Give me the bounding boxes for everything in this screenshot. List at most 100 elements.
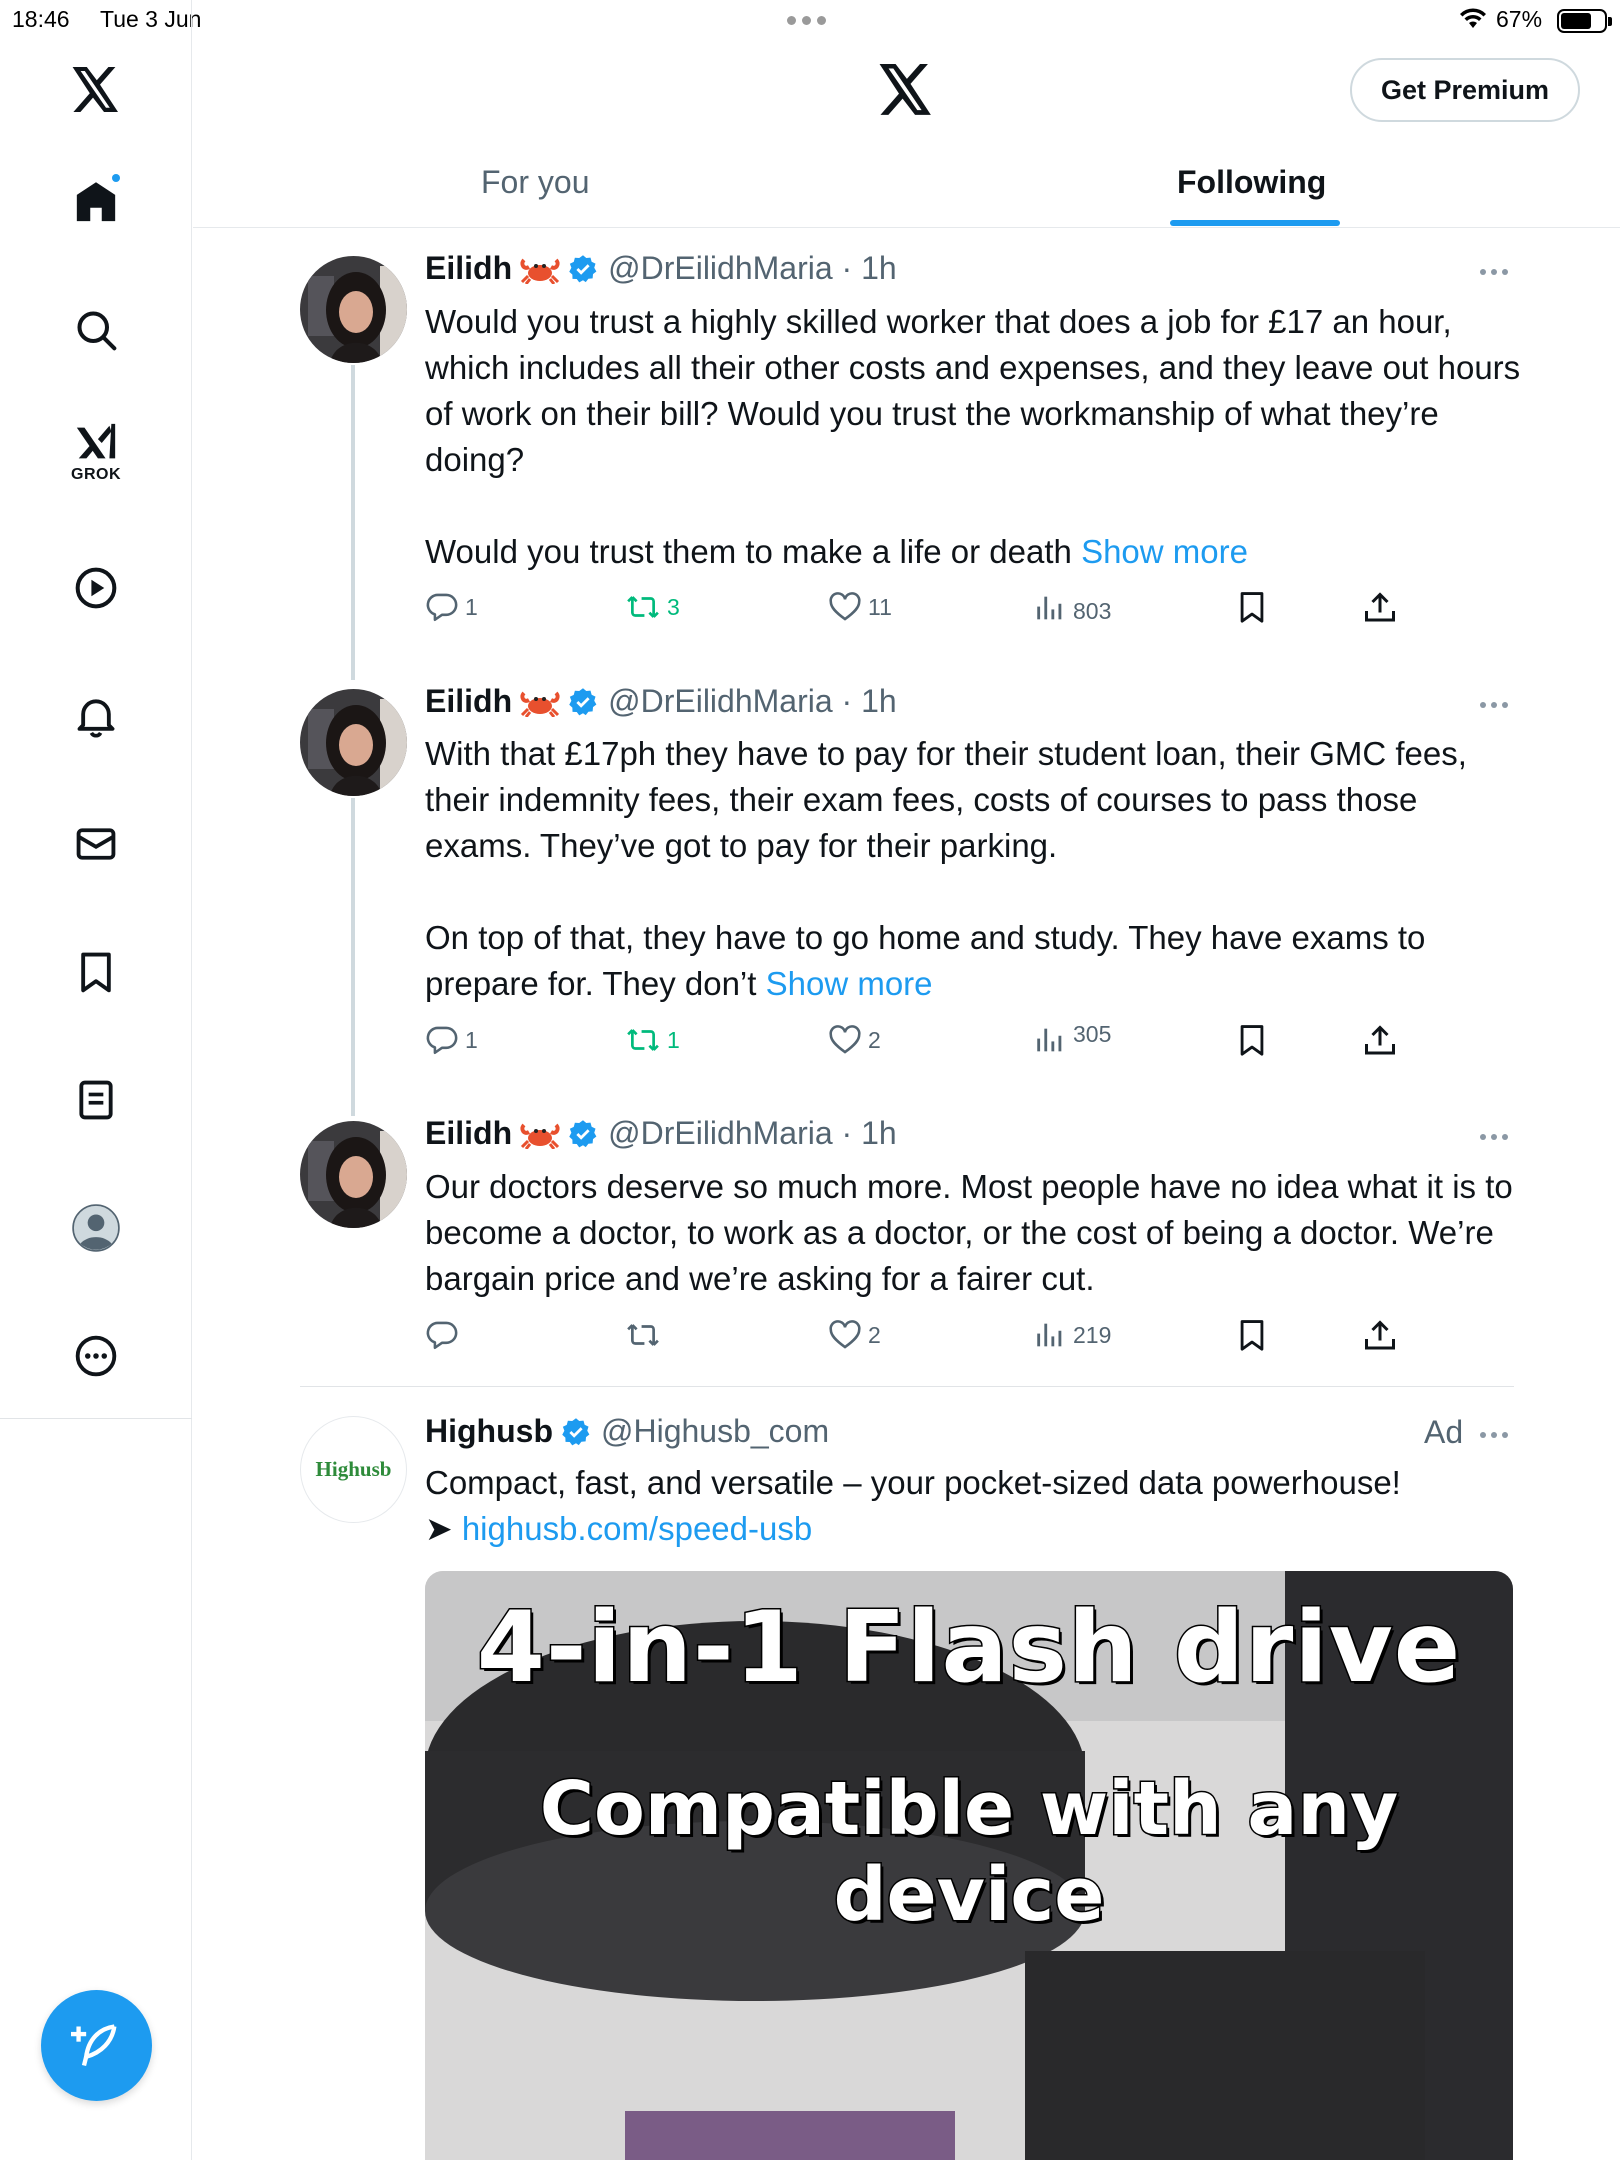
retweet-button[interactable]: 1 xyxy=(625,1023,680,1057)
tweet-paragraph: Compact, fast, and versatile – your pock… xyxy=(425,1464,1401,1501)
more-options-icon[interactable] xyxy=(1480,1432,1508,1438)
more-options-icon[interactable] xyxy=(1480,702,1508,708)
author-name[interactable]: Highusb xyxy=(425,1413,553,1450)
active-tab-indicator xyxy=(1170,220,1340,226)
get-premium-button[interactable]: Get Premium xyxy=(1350,58,1580,122)
tab-for-you[interactable]: For you xyxy=(481,164,589,201)
tweet-paragraph: With that £17ph they have to pay for the… xyxy=(425,735,1467,864)
header-x-logo[interactable] xyxy=(878,64,938,118)
views-button[interactable]: 803 xyxy=(1033,590,1111,625)
advertiser-handle[interactable]: @Highusb_com xyxy=(601,1413,829,1450)
analytics-icon xyxy=(1037,596,1062,619)
retweet-button[interactable]: 3 xyxy=(625,590,680,624)
handle-and-time[interactable]: @DrEilidhMaria · 1h xyxy=(608,250,897,287)
verified-badge-icon[interactable] xyxy=(568,1119,598,1149)
sidebar-item-messages[interactable] xyxy=(56,804,136,884)
share-button[interactable] xyxy=(1362,590,1398,626)
reply-button[interactable] xyxy=(425,1318,465,1352)
ad-media-image[interactable]: 4-in-1 Flash drive Compatible with any d… xyxy=(425,1571,1513,2160)
multitasking-dots[interactable] xyxy=(787,16,826,25)
envelope-icon xyxy=(76,828,116,860)
tweet-actions: 2 219 xyxy=(425,1318,1425,1358)
tweet-header: Eilidh @DrEilidhMaria · 1h xyxy=(425,250,897,287)
tweet-text[interactable]: Would you trust a highly skilled worker … xyxy=(425,299,1525,575)
retweet-icon xyxy=(627,596,659,618)
reply-icon xyxy=(426,593,458,622)
reply-button[interactable]: 1 xyxy=(425,590,478,624)
battery-percent: 67% xyxy=(1496,6,1543,32)
share-button[interactable] xyxy=(1362,1023,1398,1059)
verified-badge-icon[interactable] xyxy=(568,687,598,717)
tweet-text[interactable]: Compact, fast, and versatile – your pock… xyxy=(425,1460,1525,1552)
share-button[interactable] xyxy=(1362,1318,1398,1354)
bookmark-icon xyxy=(81,952,111,993)
sidebar-item-home[interactable] xyxy=(56,162,136,242)
share-icon xyxy=(1365,592,1395,622)
like-button[interactable]: 2 xyxy=(828,1023,881,1057)
view-count: 305 xyxy=(1073,1020,1112,1047)
tweet-paragraph: Would you trust a highly skilled worker … xyxy=(425,303,1521,478)
sidebar-item-explore[interactable] xyxy=(56,290,136,370)
profile-avatar-icon xyxy=(72,1204,120,1252)
more-options-icon[interactable] xyxy=(1480,269,1508,275)
reply-icon xyxy=(426,1026,458,1055)
sidebar-item-notifications[interactable] xyxy=(56,676,136,756)
bell-icon xyxy=(77,699,115,738)
more-circle-icon xyxy=(75,1335,117,1377)
reply-button[interactable]: 1 xyxy=(425,1023,478,1057)
retweet-icon xyxy=(627,1324,659,1346)
sidebar-item-grok[interactable]: GROK xyxy=(56,410,136,490)
sidebar-item-more[interactable] xyxy=(56,1316,136,1396)
bookmark-icon xyxy=(1240,592,1264,623)
tweet-text[interactable]: Our doctors deserve so much more. Most p… xyxy=(425,1164,1525,1302)
crab-emoji-icon xyxy=(520,254,560,284)
views-button[interactable]: 305 xyxy=(1033,1020,1112,1057)
compose-post-button[interactable] xyxy=(41,1990,152,2101)
show-more-link[interactable]: Show more xyxy=(1081,533,1248,570)
author-name[interactable]: Eilidh xyxy=(425,683,512,720)
verified-badge-icon[interactable] xyxy=(561,1417,591,1447)
x-logo-icon xyxy=(879,64,931,115)
author-name[interactable]: Eilidh xyxy=(425,1115,512,1152)
heart-icon xyxy=(829,1320,861,1349)
article-icon xyxy=(79,1080,113,1120)
tweet-divider xyxy=(300,1386,1514,1387)
retweet-button[interactable] xyxy=(625,1318,667,1352)
status-bar: 18:46 Tue 3 Jun 67% xyxy=(0,0,1620,40)
tweet-text[interactable]: With that £17ph they have to pay for the… xyxy=(425,731,1525,1007)
crab-emoji-icon xyxy=(520,687,560,717)
handle-and-time[interactable]: @DrEilidhMaria · 1h xyxy=(608,1115,897,1152)
sidebar-item-profile[interactable] xyxy=(56,1188,136,1268)
handle-and-time[interactable]: @DrEilidhMaria · 1h xyxy=(608,683,897,720)
sidebar-x-logo[interactable] xyxy=(56,50,136,130)
ad-link[interactable]: highusb.com/speed-usb xyxy=(462,1510,812,1547)
avatar[interactable] xyxy=(300,689,407,796)
bookmark-button[interactable] xyxy=(1235,590,1269,624)
like-button[interactable]: 2 xyxy=(828,1318,881,1352)
sidebar-item-video[interactable] xyxy=(56,548,136,628)
tweet-paragraph: Our doctors deserve so much more. Most p… xyxy=(425,1168,1513,1297)
like-count: 2 xyxy=(868,1026,881,1053)
search-icon xyxy=(77,311,117,351)
retweet-icon xyxy=(627,1029,659,1051)
show-more-link[interactable]: Show more xyxy=(766,965,933,1002)
media-subheadline: Compatible with any device xyxy=(538,1765,1400,1940)
sidebar-item-bookmarks[interactable] xyxy=(56,932,136,1012)
author-name[interactable]: Eilidh xyxy=(425,250,512,287)
like-button[interactable]: 11 xyxy=(828,590,892,624)
grok-icon xyxy=(76,423,116,459)
reply-count: 1 xyxy=(465,1026,478,1053)
avatar[interactable] xyxy=(300,1121,407,1228)
avatar[interactable] xyxy=(300,256,407,363)
verified-badge-icon[interactable] xyxy=(568,254,598,284)
advertiser-avatar[interactable]: Highusb xyxy=(300,1416,407,1523)
thread-connector xyxy=(351,798,355,1116)
tab-following[interactable]: Following xyxy=(1177,164,1326,201)
bookmark-button[interactable] xyxy=(1235,1318,1269,1352)
more-options-icon[interactable] xyxy=(1480,1134,1508,1140)
views-button[interactable]: 219 xyxy=(1033,1318,1111,1352)
sidebar-item-articles[interactable] xyxy=(56,1060,136,1140)
bookmark-button[interactable] xyxy=(1235,1023,1269,1057)
ad-label: Ad xyxy=(1424,1414,1464,1450)
analytics-icon xyxy=(1037,1028,1062,1052)
